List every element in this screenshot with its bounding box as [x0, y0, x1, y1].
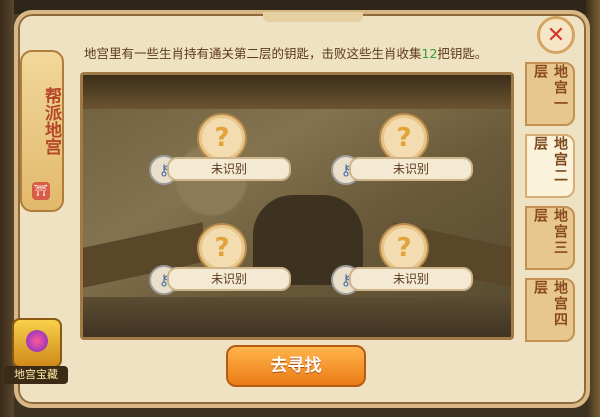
treasure-label: 地宫宝藏 [4, 366, 68, 384]
description-text: 地宫里有一些生肖持有通关第二层的钥匙，击败这些生肖收集12把钥匙。 [84, 43, 487, 62]
slot-label: 未识别 [349, 267, 473, 291]
creature-slot[interactable]: ? ⚷ 未识别 [149, 115, 291, 195]
key-count: 12 [421, 46, 438, 61]
tab-floor-3[interactable]: 地宫三层 [525, 206, 575, 270]
go-find-button[interactable]: 去寻找 [226, 345, 366, 387]
gem-icon [26, 330, 48, 352]
side-banner-title: 帮派地宫 [41, 87, 61, 155]
description-prefix: 地宫里有一些生肖持有通关第二层的钥匙，击败这些生肖收集 [84, 46, 422, 61]
dialog-top-tab [263, 12, 363, 22]
floor-tabs: 地宫一层 地宫二层 地宫三层 地宫四层 [525, 62, 575, 350]
dungeon-map: ? ⚷ 未识别 ? ⚷ 未识别 ? ⚷ 未识别 ? ⚷ 未识别 [80, 72, 514, 340]
treasure-chest-icon [12, 318, 62, 368]
side-banner: 帮派地宫 ⛩ [20, 50, 64, 212]
creature-slot[interactable]: ? ⚷ 未识别 [331, 115, 473, 195]
question-icon: ? [199, 115, 245, 161]
close-icon: ✕ [546, 22, 566, 48]
seal-icon: ⛩ [32, 182, 50, 200]
slot-label: 未识别 [167, 267, 291, 291]
slot-label: 未识别 [167, 157, 291, 181]
close-button[interactable]: ✕ [537, 16, 575, 54]
creature-slot[interactable]: ? ⚷ 未识别 [331, 225, 473, 305]
tab-floor-2[interactable]: 地宫二层 [525, 134, 575, 198]
question-icon: ? [381, 115, 427, 161]
tab-floor-4[interactable]: 地宫四层 [525, 278, 575, 342]
question-icon: ? [381, 225, 427, 271]
question-icon: ? [199, 225, 245, 271]
treasure-button[interactable]: 地宫宝藏 [4, 318, 68, 384]
slot-label: 未识别 [349, 157, 473, 181]
creature-slot[interactable]: ? ⚷ 未识别 [149, 225, 291, 305]
tab-floor-1[interactable]: 地宫一层 [525, 62, 575, 126]
map-wall [83, 75, 511, 109]
description-suffix: 把钥匙。 [437, 46, 488, 61]
